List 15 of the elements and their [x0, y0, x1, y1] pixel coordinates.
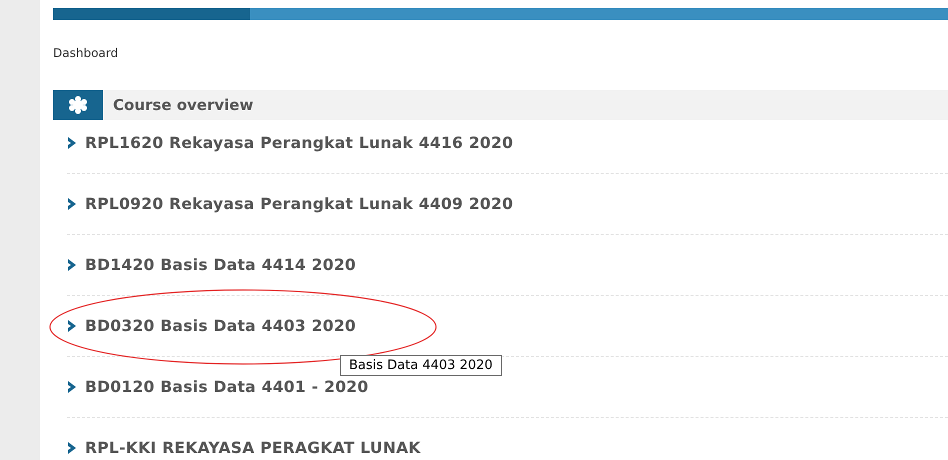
chevron-icon [67, 198, 77, 210]
course-link[interactable]: RPL-KKI REKAYASA PERAGKAT LUNAK [85, 439, 421, 457]
chevron-icon [67, 442, 77, 454]
course-link[interactable]: RPL0920 Rekayasa Perangkat Lunak 4409 2020 [85, 195, 514, 213]
course-link[interactable]: BD0320 Basis Data 4403 2020 [85, 317, 356, 335]
breadcrumb-link[interactable]: Dashboard [53, 46, 948, 60]
course-link[interactable]: RPL1620 Rekayasa Perangkat Lunak 4416 2020 [85, 134, 514, 152]
chevron-icon [67, 137, 77, 149]
course-link[interactable]: BD0120 Basis Data 4401 - 2020 [85, 378, 368, 396]
course-link[interactable]: BD1420 Basis Data 4414 2020 [85, 256, 356, 274]
chevron-icon [67, 320, 77, 332]
tooltip: Basis Data 4403 2020 [340, 355, 502, 376]
chevron-icon [67, 259, 77, 271]
block-title: Course overview [113, 96, 254, 114]
chevron-icon [67, 381, 77, 393]
